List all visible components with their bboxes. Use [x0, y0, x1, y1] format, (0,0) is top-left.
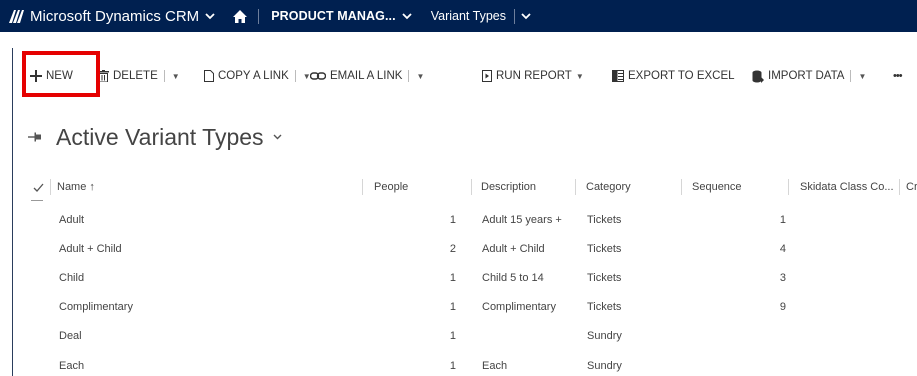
select-all-checkbox[interactable]: [33, 176, 44, 198]
column-divider[interactable]: [899, 179, 900, 195]
view-title[interactable]: Active Variant Types: [56, 124, 264, 151]
cell-name[interactable]: Adult + Child: [59, 239, 122, 259]
view-selector[interactable]: Active Variant Types: [28, 122, 282, 152]
cell-name[interactable]: Deal: [59, 326, 82, 346]
chevron-down-icon[interactable]: [205, 12, 215, 20]
table-row[interactable]: Each 1 Each Sundry: [0, 356, 917, 376]
more-commands-button[interactable]: •••: [893, 66, 903, 86]
column-header-description[interactable]: Description: [481, 176, 569, 198]
delete-button[interactable]: DELETE ▼: [98, 66, 180, 86]
cell-people: 1: [449, 330, 456, 342]
column-divider[interactable]: [788, 179, 789, 195]
column-header-people[interactable]: People: [374, 176, 454, 198]
link-icon: [310, 72, 326, 80]
new-button-highlight: [22, 51, 100, 97]
cell-sequence: [770, 356, 786, 376]
cell-people: 1: [449, 214, 456, 226]
entity-breadcrumb[interactable]: Variant Types: [431, 9, 506, 23]
column-divider[interactable]: [471, 179, 472, 195]
cell-category: Tickets: [587, 214, 622, 226]
cell-description: Complimentary: [482, 301, 556, 313]
split-divider: [163, 70, 165, 82]
split-divider: [294, 70, 296, 82]
cell-sequence: 3: [779, 272, 786, 284]
column-divider[interactable]: [681, 179, 682, 195]
cell-description: Adult 15 years +: [482, 214, 562, 226]
chevron-down-icon[interactable]: [521, 12, 531, 20]
nav-divider: [258, 8, 260, 24]
nav-divider: [513, 8, 515, 24]
pin-icon[interactable]: [28, 132, 42, 142]
cell-category: Sundry: [587, 360, 622, 372]
import-data-button[interactable]: IMPORT DATA ▼: [752, 66, 866, 86]
import-data-label: IMPORT DATA: [768, 70, 845, 82]
dynamics-logo-icon[interactable]: [9, 9, 25, 23]
dropdown-arrow-icon[interactable]: ▼: [172, 72, 180, 81]
cell-category: Tickets: [587, 272, 622, 284]
email-link-button[interactable]: EMAIL A LINK ▼: [310, 66, 424, 86]
cell-sequence: 9: [779, 301, 786, 313]
table-row[interactable]: Adult + Child 2 Adult + Child Tickets 4: [0, 239, 917, 259]
copy-icon: [204, 70, 214, 82]
cell-name[interactable]: Complimentary: [59, 297, 133, 317]
copy-link-button[interactable]: COPY A LINK ▼: [204, 66, 311, 86]
cell-people: 1: [449, 360, 456, 372]
cell-category: Tickets: [587, 243, 622, 255]
run-report-label: RUN REPORT: [496, 70, 572, 82]
column-header-skidata-class[interactable]: Skidata Class Co...: [800, 176, 900, 198]
cell-name[interactable]: Each: [59, 356, 84, 376]
chevron-down-icon[interactable]: [402, 12, 412, 20]
copy-link-label: COPY A LINK: [218, 70, 289, 82]
cell-category: Tickets: [587, 301, 622, 313]
split-divider: [408, 70, 410, 82]
app-brand[interactable]: Microsoft Dynamics CRM: [30, 8, 199, 25]
home-icon[interactable]: [233, 9, 248, 23]
cell-name[interactable]: Adult: [59, 210, 84, 230]
column-header-name[interactable]: Name ↑: [57, 176, 347, 198]
cell-description: Child 5 to 14: [482, 272, 544, 284]
top-nav-bar: Microsoft Dynamics CRM PRODUCT MANAG... …: [0, 0, 917, 32]
run-report-button[interactable]: RUN REPORT ▼: [482, 66, 584, 86]
cell-people: 1: [449, 272, 456, 284]
table-row[interactable]: Complimentary 1 Complimentary Tickets 9: [0, 297, 917, 317]
table-row[interactable]: Deal 1 Sundry: [0, 326, 917, 346]
grid-header: Name ↑ People Description Category Seque…: [0, 176, 917, 198]
chevron-down-icon[interactable]: [273, 134, 282, 140]
report-icon: [482, 70, 492, 82]
table-row[interactable]: Child 1 Child 5 to 14 Tickets 3: [0, 268, 917, 288]
excel-icon: [612, 70, 624, 82]
table-row[interactable]: Adult 1 Adult 15 years + Tickets 1: [0, 210, 917, 230]
dropdown-arrow-icon[interactable]: ▼: [858, 72, 866, 81]
cell-people: 2: [449, 243, 456, 255]
command-bar: NEW DELETE ▼ COPY A LINK ▼ EMAIL A LINK …: [0, 66, 917, 86]
area-selector[interactable]: PRODUCT MANAG...: [271, 9, 396, 23]
column-header-sequence[interactable]: Sequence: [692, 176, 782, 198]
export-excel-label: EXPORT TO EXCEL: [628, 70, 735, 82]
delete-label: DELETE: [113, 70, 158, 82]
email-link-label: EMAIL A LINK: [330, 70, 403, 82]
cell-sequence: 4: [779, 243, 786, 255]
column-header-cr[interactable]: Cr: [906, 176, 917, 198]
dropdown-arrow-icon[interactable]: ▼: [576, 72, 584, 81]
column-divider[interactable]: [575, 179, 576, 195]
column-header-category[interactable]: Category: [586, 176, 676, 198]
column-divider: [50, 179, 51, 195]
split-divider: [850, 70, 852, 82]
cell-sequence: [770, 326, 786, 346]
cell-sequence: 1: [779, 214, 786, 226]
cell-category: Sundry: [587, 330, 622, 342]
cell-name[interactable]: Child: [59, 268, 84, 288]
column-divider[interactable]: [362, 179, 363, 195]
header-underline: [31, 200, 43, 201]
import-icon: [752, 70, 764, 83]
export-excel-button[interactable]: EXPORT TO EXCEL: [612, 66, 735, 86]
dropdown-arrow-icon[interactable]: ▼: [416, 72, 424, 81]
cell-description: Adult + Child: [482, 243, 545, 255]
cell-description: Each: [482, 360, 508, 372]
cell-people: 1: [449, 301, 456, 313]
checkmark-icon: [33, 183, 44, 192]
